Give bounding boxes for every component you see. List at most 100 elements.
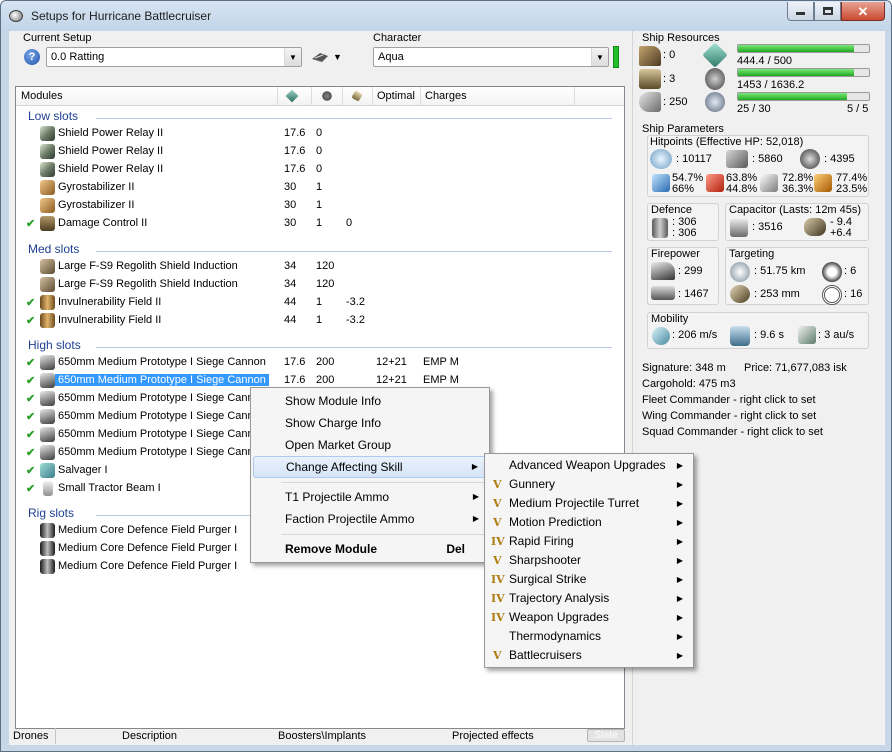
- cpu-icon[interactable]: [285, 89, 299, 103]
- module-row[interactable]: Large F-S9 Regolith Shield Induction 34 12…: [16, 276, 624, 294]
- module-cpu: 30: [284, 199, 297, 211]
- menu-show-charge-info[interactable]: Show Charge Info: [253, 412, 487, 434]
- header-modules[interactable]: Modules: [21, 90, 63, 102]
- submenu-arrow-icon: ▶: [676, 480, 683, 489]
- module-pg: 200: [316, 356, 335, 368]
- character-label: Character: [373, 32, 422, 44]
- skill-item[interactable]: IV Weapon Upgrades ▶: [487, 608, 691, 627]
- active-check-icon[interactable]: ✔: [26, 482, 35, 495]
- header-optimal[interactable]: Optimal: [377, 90, 415, 102]
- menu-faction-projectile-ammo[interactable]: Faction Projectile Ammo ▶: [253, 508, 487, 530]
- skill-level-icon: V: [493, 497, 502, 510]
- submenu-arrow-icon: ▶: [676, 632, 683, 641]
- active-check-icon[interactable]: ✔: [26, 428, 35, 441]
- skill-item[interactable]: IV Surgical Strike ▶: [487, 570, 691, 589]
- skill-name: Advanced Weapon Upgrades: [509, 458, 666, 472]
- em-resist-icon: [652, 174, 670, 192]
- skill-item[interactable]: V Medium Projectile Turret ▶: [487, 494, 691, 513]
- wing-commander[interactable]: Wing Commander - right click to set: [642, 410, 816, 422]
- active-check-icon[interactable]: ✔: [26, 296, 35, 309]
- module-pg: 1: [316, 181, 323, 193]
- powergrid-icon[interactable]: [322, 91, 332, 101]
- skill-item[interactable]: V Battlecruisers ▶: [487, 646, 691, 665]
- squad-commander[interactable]: Squad Commander - right click to set: [642, 426, 823, 438]
- module-pg: 200: [316, 374, 335, 386]
- module-row[interactable]: Gyrostabilizer II 30 1: [16, 197, 624, 215]
- module-pg: 1: [316, 296, 323, 308]
- setup-value: 0.0 Ratting: [51, 51, 105, 63]
- active-check-icon[interactable]: ✔: [26, 356, 35, 369]
- setup-tools-button[interactable]: ▼: [311, 48, 351, 66]
- thermal-resist-icon: [706, 174, 724, 192]
- skill-name: Motion Prediction: [509, 515, 602, 529]
- skill-item[interactable]: IV Rapid Firing ▶: [487, 532, 691, 551]
- defence-icon: [652, 218, 668, 238]
- skill-item[interactable]: V Motion Prediction ▶: [487, 513, 691, 532]
- slots-text: 5 / 5: [847, 103, 869, 115]
- menu-open-market-group[interactable]: Open Market Group: [253, 434, 487, 456]
- module-name: 650mm Medium Prototype I Siege Cannon: [58, 356, 266, 368]
- active-check-icon[interactable]: ✔: [26, 374, 35, 387]
- tab-projected[interactable]: Projected effects: [452, 730, 534, 742]
- help-icon[interactable]: ?: [24, 49, 40, 65]
- active-check-icon[interactable]: ✔: [26, 464, 35, 477]
- module-name: Invulnerability Field II: [58, 314, 162, 326]
- menu-t1-projectile-ammo[interactable]: T1 Projectile Ammo ▶: [253, 486, 487, 508]
- active-check-icon[interactable]: ✔: [26, 217, 35, 230]
- main-window: Setups for Hurricane Battlecruiser ✕ Cur…: [0, 0, 892, 752]
- maximize-button[interactable]: [814, 2, 841, 21]
- skill-level-icon: IV: [491, 573, 505, 586]
- setup-select[interactable]: 0.0 Ratting ▼: [46, 47, 302, 67]
- module-name: 650mm Medium Prototype I Siege Cannon: [58, 446, 266, 458]
- minimize-button[interactable]: [787, 2, 814, 21]
- active-check-icon[interactable]: ✔: [26, 314, 35, 327]
- module-cpu: 17.6: [284, 356, 306, 368]
- title-bar[interactable]: Setups for Hurricane Battlecruiser ✕: [1, 1, 891, 31]
- skill-item[interactable]: V Gunnery ▶: [487, 475, 691, 494]
- capacitor-icon: [730, 219, 748, 237]
- module-row[interactable]: Large F-S9 Regolith Shield Induction 34 12…: [16, 258, 624, 276]
- tab-description[interactable]: Description: [122, 730, 177, 742]
- module-row[interactable]: Shield Power Relay II 17.6 0: [16, 125, 624, 143]
- submenu-arrow-icon: ▶: [676, 461, 683, 470]
- module-name: Small Tractor Beam I: [58, 482, 161, 494]
- firepower-turret: : 299: [678, 265, 703, 277]
- capacitor-icon[interactable]: [351, 90, 363, 102]
- character-select[interactable]: Aqua ▼: [373, 47, 609, 67]
- module-row[interactable]: Shield Power Relay II 17.6 0: [16, 143, 624, 161]
- cpu-text: 444.4 / 500: [737, 55, 793, 67]
- module-row[interactable]: ✔ Damage Control II 30 1 0: [16, 215, 624, 233]
- state-button[interactable]: State: [587, 729, 625, 742]
- module-row[interactable]: ✔ Invulnerability Field II 44 1 -3.2: [16, 312, 624, 330]
- scan-resolution: : 253 mm: [754, 288, 800, 300]
- range-icon: [730, 262, 750, 282]
- tab-boosters[interactable]: Boosters\Implants: [278, 730, 366, 742]
- max-speed: : 206 m/s: [672, 329, 718, 341]
- volley-icon: [651, 286, 675, 300]
- menu-change-affecting-skill[interactable]: Change Affecting Skill ▶: [253, 456, 487, 478]
- menu-show-module-info[interactable]: Show Module Info: [253, 390, 487, 412]
- skill-item[interactable]: V Sharpshooter ▶: [487, 551, 691, 570]
- module-charge: EMP M: [423, 374, 459, 386]
- tab-drones[interactable]: Drones: [13, 730, 48, 742]
- fleet-commander[interactable]: Fleet Commander - right click to set: [642, 394, 816, 406]
- skills-submenu: Advanced Weapon Upgrades ▶ V Gunnery ▶ V Mediu…: [484, 453, 694, 668]
- align-time-icon: [730, 326, 750, 346]
- module-row[interactable]: ✔ Invulnerability Field II 44 1 -3.2: [16, 294, 624, 312]
- module-row[interactable]: Gyrostabilizer II 30 1: [16, 179, 624, 197]
- module-row[interactable]: ✔ 650mm Medium Prototype I Siege Cannon 17…: [16, 354, 624, 372]
- skill-level-icon: IV: [491, 611, 505, 624]
- skill-item[interactable]: IV Trajectory Analysis ▶: [487, 589, 691, 608]
- skill-item[interactable]: Advanced Weapon Upgrades ▶: [487, 456, 691, 475]
- module-name: Salvager I: [58, 464, 108, 476]
- module-row[interactable]: Shield Power Relay II 17.6 0: [16, 161, 624, 179]
- menu-remove-module[interactable]: Remove Module Del: [253, 538, 487, 560]
- close-button[interactable]: ✕: [841, 2, 885, 21]
- skill-name: Rapid Firing: [509, 534, 574, 548]
- active-check-icon[interactable]: ✔: [26, 410, 35, 423]
- active-check-icon[interactable]: ✔: [26, 392, 35, 405]
- skill-item[interactable]: Thermodynamics ▶: [487, 627, 691, 646]
- header-charges[interactable]: Charges: [425, 90, 467, 102]
- active-check-icon[interactable]: ✔: [26, 446, 35, 459]
- module-cpu: 30: [284, 181, 297, 193]
